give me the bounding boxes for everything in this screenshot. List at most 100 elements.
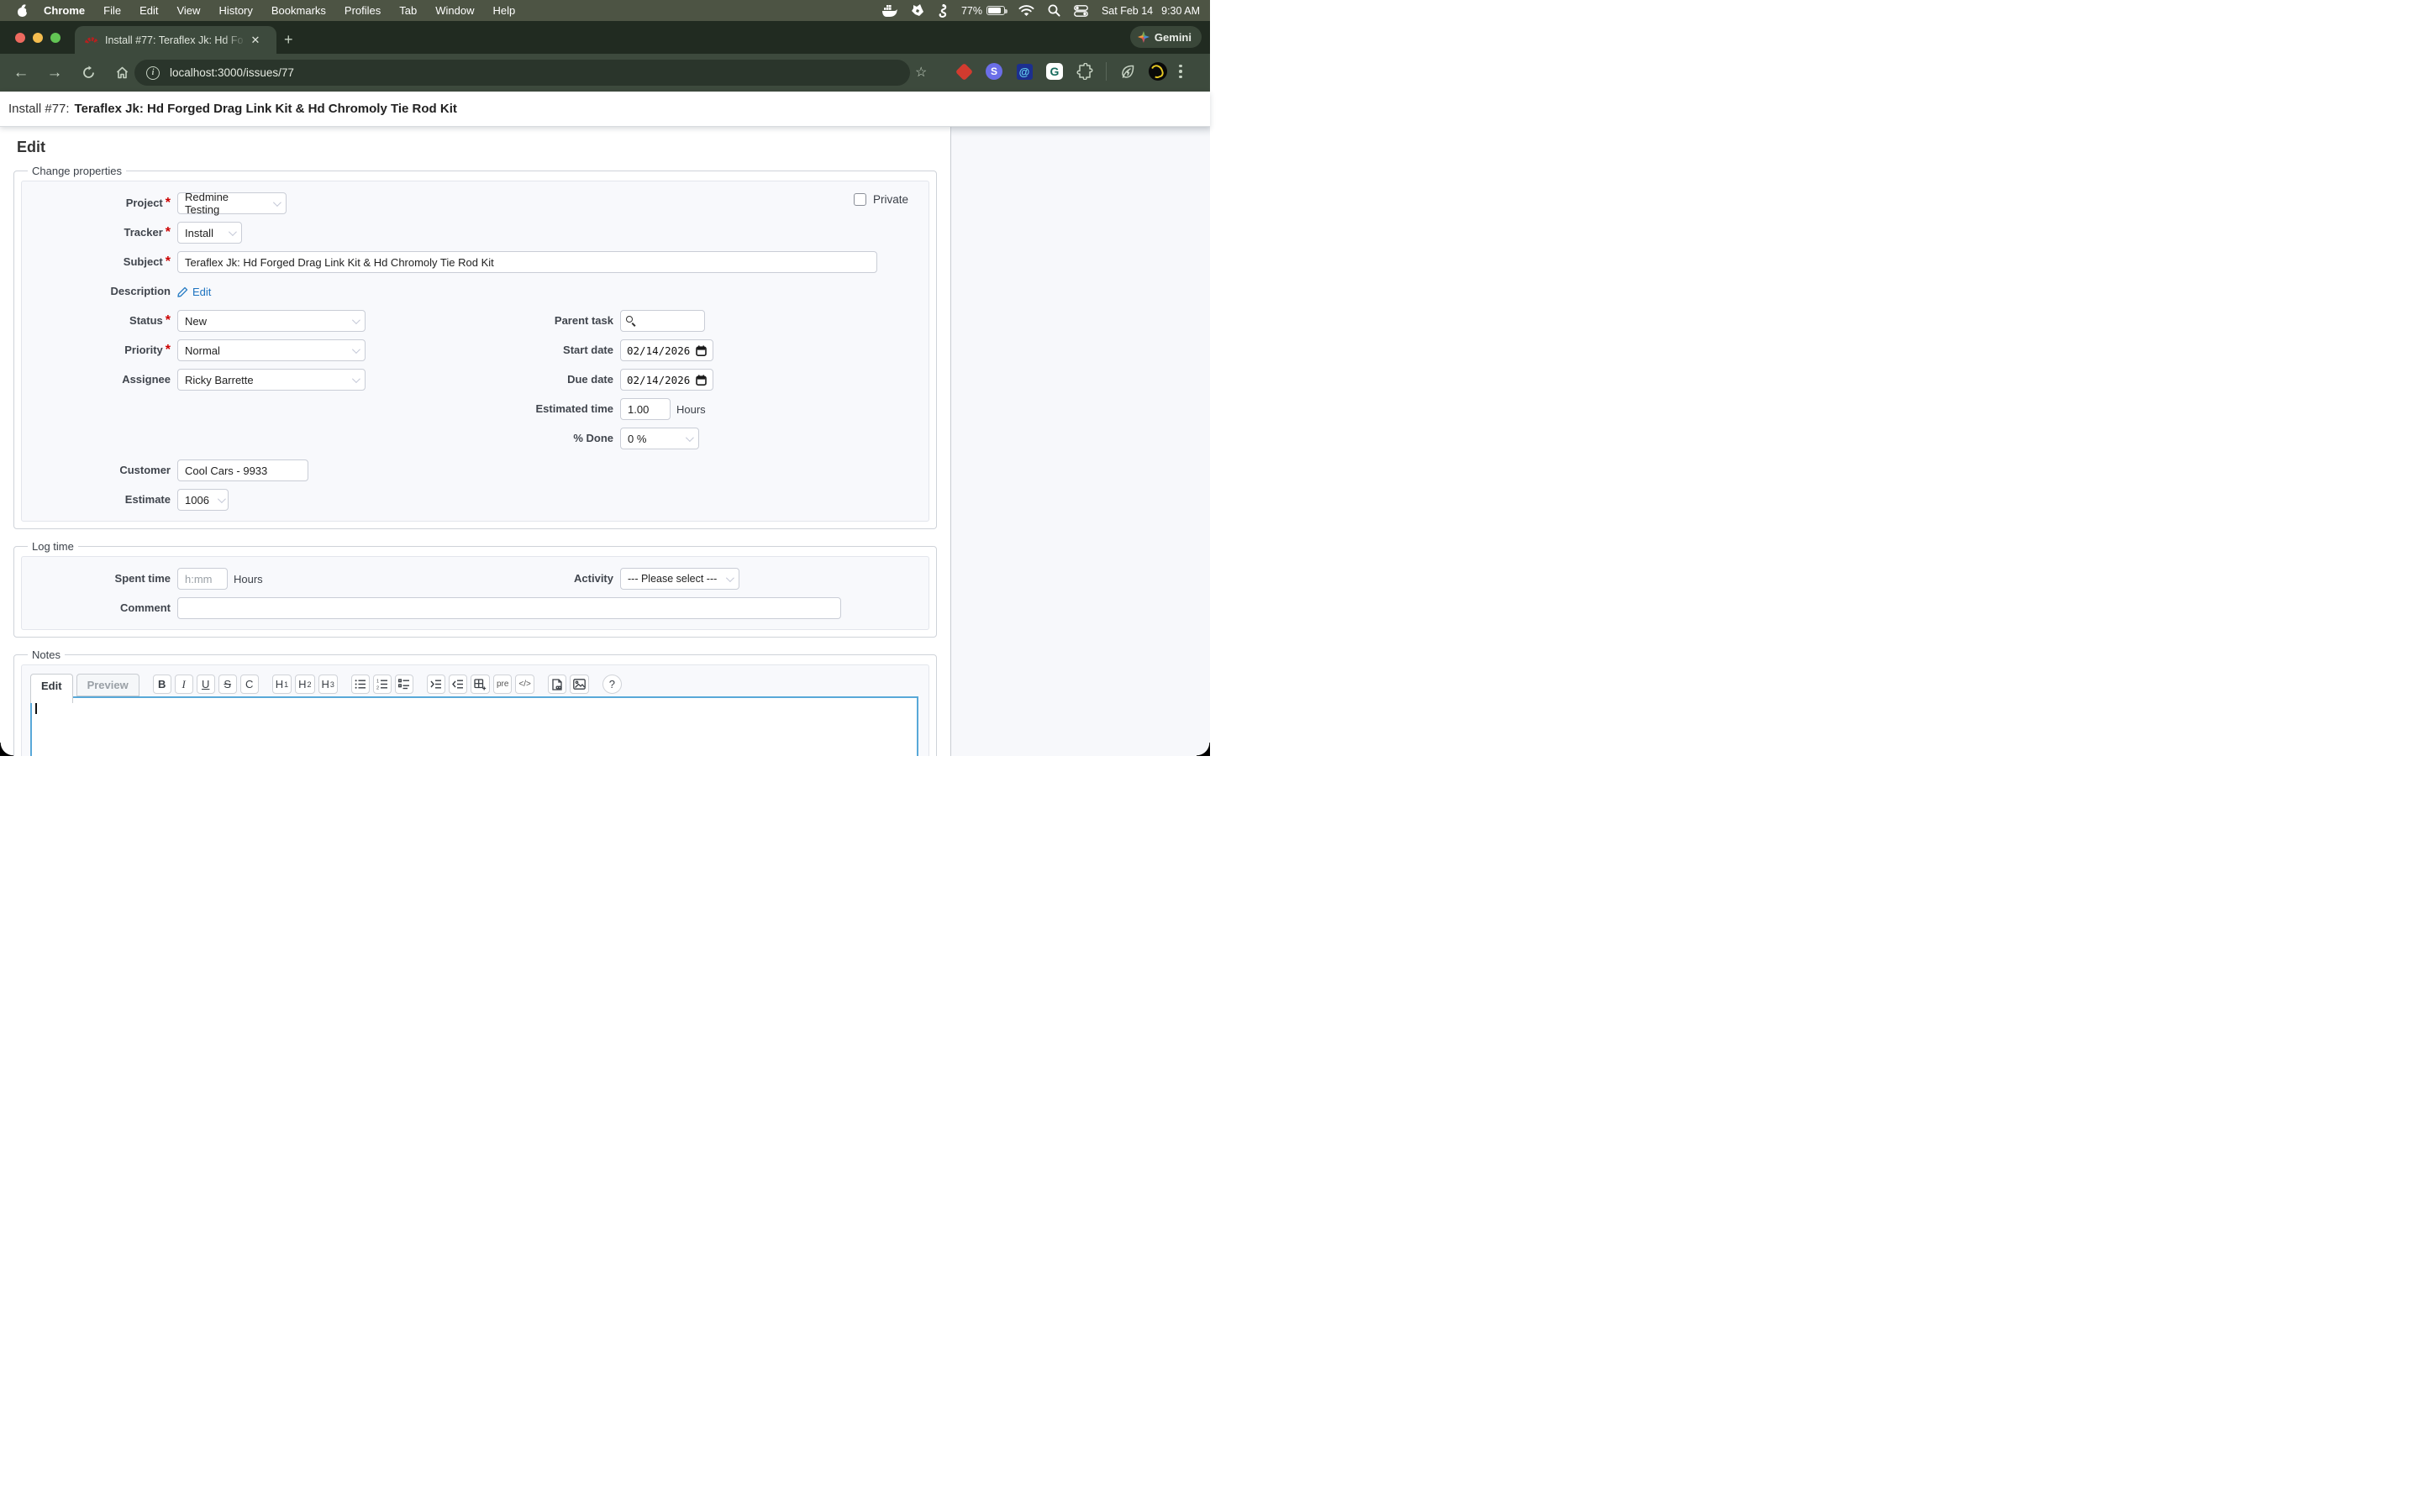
issue-header: Install #77: Teraflex Jk: Hd Forged Drag… [0,92,1210,127]
chevron-down-icon [229,228,237,236]
extension-icon-red[interactable] [955,62,973,81]
tab-close-icon[interactable]: ✕ [248,33,263,48]
profile-avatar[interactable] [1149,62,1167,81]
battery-indicator[interactable]: 77% [961,5,1005,17]
chevron-down-icon [352,345,360,354]
heading1-button[interactable]: H1 [272,675,292,694]
chevron-down-icon [686,433,694,442]
window-minimize-button[interactable] [33,33,43,43]
bold-button[interactable]: B [153,675,171,694]
inline-code-button[interactable]: C [240,675,259,694]
spent-time-input[interactable] [177,568,228,590]
reload-button[interactable] [76,66,101,80]
fox-menu-icon[interactable] [911,4,924,17]
menu-clock[interactable]: Sat Feb 14 9:30 AM [1102,5,1200,17]
window-close-button[interactable] [15,33,25,43]
gemini-sparkle-icon [1138,31,1150,43]
gemini-button[interactable]: Gemini [1130,26,1202,48]
address-bar[interactable]: i localhost:3000/issues/77 [134,60,910,86]
menu-bookmarks[interactable]: Bookmarks [271,4,326,17]
new-tab-button[interactable]: + [284,32,293,47]
help-button[interactable]: ? [602,675,622,694]
insert-image-button[interactable] [570,675,589,694]
done-ratio-select[interactable]: 0 % [620,428,699,449]
customer-input[interactable] [177,459,308,481]
notes-textarea[interactable] [30,696,918,756]
extension-icon-grammarly[interactable]: G [1045,62,1064,81]
description-edit-link[interactable]: Edit [177,286,211,298]
attach-file-button[interactable] [548,675,566,694]
bookmark-star-icon[interactable]: ☆ [915,64,927,81]
tracker-select[interactable]: Install [177,222,242,244]
tab-favicon-redmine [85,33,98,48]
unordered-list-button[interactable] [351,675,370,694]
back-button[interactable]: ← [8,64,34,82]
heading3-button[interactable]: H3 [318,675,338,694]
menu-help[interactable]: Help [493,4,516,17]
italic-button[interactable]: I [175,675,193,694]
insert-table-button[interactable] [471,675,490,694]
extension-icon-mail[interactable]: @ [1015,62,1034,81]
extensions-puzzle-icon[interactable] [1076,62,1094,81]
menu-view[interactable]: View [176,4,200,17]
docker-icon[interactable] [882,5,897,17]
browser-menu-icon[interactable] [1179,65,1182,79]
calendar-icon[interactable] [696,345,707,356]
edit-heading: Edit [17,139,950,156]
screen-corner [1197,743,1210,756]
comment-input[interactable] [177,597,841,619]
activity-select[interactable]: --- Please select --- [620,568,739,590]
estimated-time-input[interactable] [620,398,671,420]
outdent-quote-button[interactable] [449,675,467,694]
apple-menu-icon[interactable] [17,5,29,17]
forward-button[interactable]: → [42,64,67,82]
menu-tab[interactable]: Tab [399,4,417,17]
parent-task-input[interactable] [620,310,705,332]
priority-select[interactable]: Normal [177,339,366,361]
strikethrough-button[interactable]: S [218,675,237,694]
svg-text:2: 2 [376,686,379,690]
menu-file[interactable]: File [103,4,121,17]
private-field: Private [854,193,908,206]
start-date-input[interactable]: 02/14/2026 [620,339,713,361]
due-date-input[interactable]: 02/14/2026 [620,369,713,391]
site-info-icon[interactable]: i [146,66,160,80]
calendar-icon[interactable] [696,375,707,386]
notes-tab-edit[interactable]: Edit [30,674,73,703]
indent-quote-button[interactable] [427,675,445,694]
change-properties-fieldset: Change properties Private Project* Redmi… [13,165,937,529]
ordered-list-button[interactable]: 12 [373,675,392,694]
customer-label: Customer [119,464,171,476]
heading2-button[interactable]: H2 [295,675,314,694]
menu-chrome[interactable]: Chrome [44,4,85,17]
menu-edit[interactable]: Edit [139,4,158,17]
seahorse-menu-icon[interactable] [938,4,948,18]
battery-saver-icon[interactable] [1118,62,1137,81]
extension-icon-stripe[interactable]: S [985,62,1003,81]
estimate-select[interactable]: 1006 [177,489,229,511]
spotlight-search-icon[interactable] [1048,4,1060,17]
menu-profiles[interactable]: Profiles [345,4,381,17]
notes-tab-preview[interactable]: Preview [76,674,139,696]
menu-history[interactable]: History [218,4,252,17]
browser-tab[interactable]: Install #77: Teraflex Jk: Hd Fo ✕ [75,26,276,54]
chevron-down-icon [218,495,226,503]
menu-window[interactable]: Window [435,4,474,17]
window-zoom-button[interactable] [50,33,60,43]
estimate-label: Estimate [125,493,171,506]
project-select[interactable]: Redmine Testing [177,192,287,214]
svg-text:1: 1 [376,679,379,684]
subject-label: Subject [124,255,163,268]
assignee-select[interactable]: Ricky Barrette [177,369,366,391]
code-block-button[interactable]: </> [515,675,534,694]
definition-list-button[interactable] [395,675,413,694]
home-button[interactable] [109,66,134,80]
pencil-icon [177,286,188,297]
preformatted-button[interactable]: pre [493,675,512,694]
subject-input[interactable] [177,251,877,273]
underline-button[interactable]: U [197,675,215,694]
status-select[interactable]: New [177,310,366,332]
private-checkbox[interactable] [854,193,866,206]
wifi-icon[interactable] [1018,5,1034,17]
control-center-icon[interactable] [1074,5,1088,17]
